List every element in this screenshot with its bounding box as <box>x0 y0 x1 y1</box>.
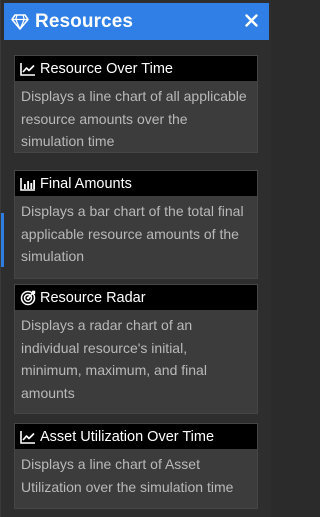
card-title: Asset Utilization Over Time <box>40 428 215 445</box>
gem-icon <box>10 12 30 32</box>
close-icon[interactable] <box>241 10 261 30</box>
bar-chart-icon <box>20 176 36 192</box>
card-header: Final Amounts <box>15 171 257 196</box>
card-title: Final Amounts <box>40 175 132 192</box>
card-header: Resource Over Time <box>15 56 257 81</box>
card-description: Displays a line chart of Asset Utilizati… <box>21 456 234 495</box>
line-chart-icon <box>20 429 36 445</box>
card-header: Resource Radar <box>15 285 257 310</box>
radar-icon <box>20 290 36 306</box>
card-final-amounts[interactable]: Final Amounts Displays a bar chart of th… <box>14 170 258 279</box>
card-asset-utilization-over-time[interactable]: Asset Utilization Over Time Displays a l… <box>14 423 258 509</box>
resources-panel: Resources Resource Over Time Displays a … <box>0 0 271 517</box>
card-resource-over-time[interactable]: Resource Over Time Displays a line chart… <box>14 55 258 153</box>
panel-header: Resources <box>4 3 269 40</box>
card-description: Displays a bar chart of the total final … <box>21 203 244 264</box>
panel-edge-accent <box>1 213 4 267</box>
card-title: Resource Over Time <box>40 60 173 77</box>
card-description: Displays a line chart of all applicable … <box>21 88 247 149</box>
card-header: Asset Utilization Over Time <box>15 424 257 449</box>
card-description: Displays a radar chart of an individual … <box>21 317 207 401</box>
card-resource-radar[interactable]: Resource Radar Displays a radar chart of… <box>14 284 258 414</box>
card-title: Resource Radar <box>40 289 146 306</box>
panel-title: Resources <box>35 10 134 32</box>
line-chart-icon <box>20 61 36 77</box>
